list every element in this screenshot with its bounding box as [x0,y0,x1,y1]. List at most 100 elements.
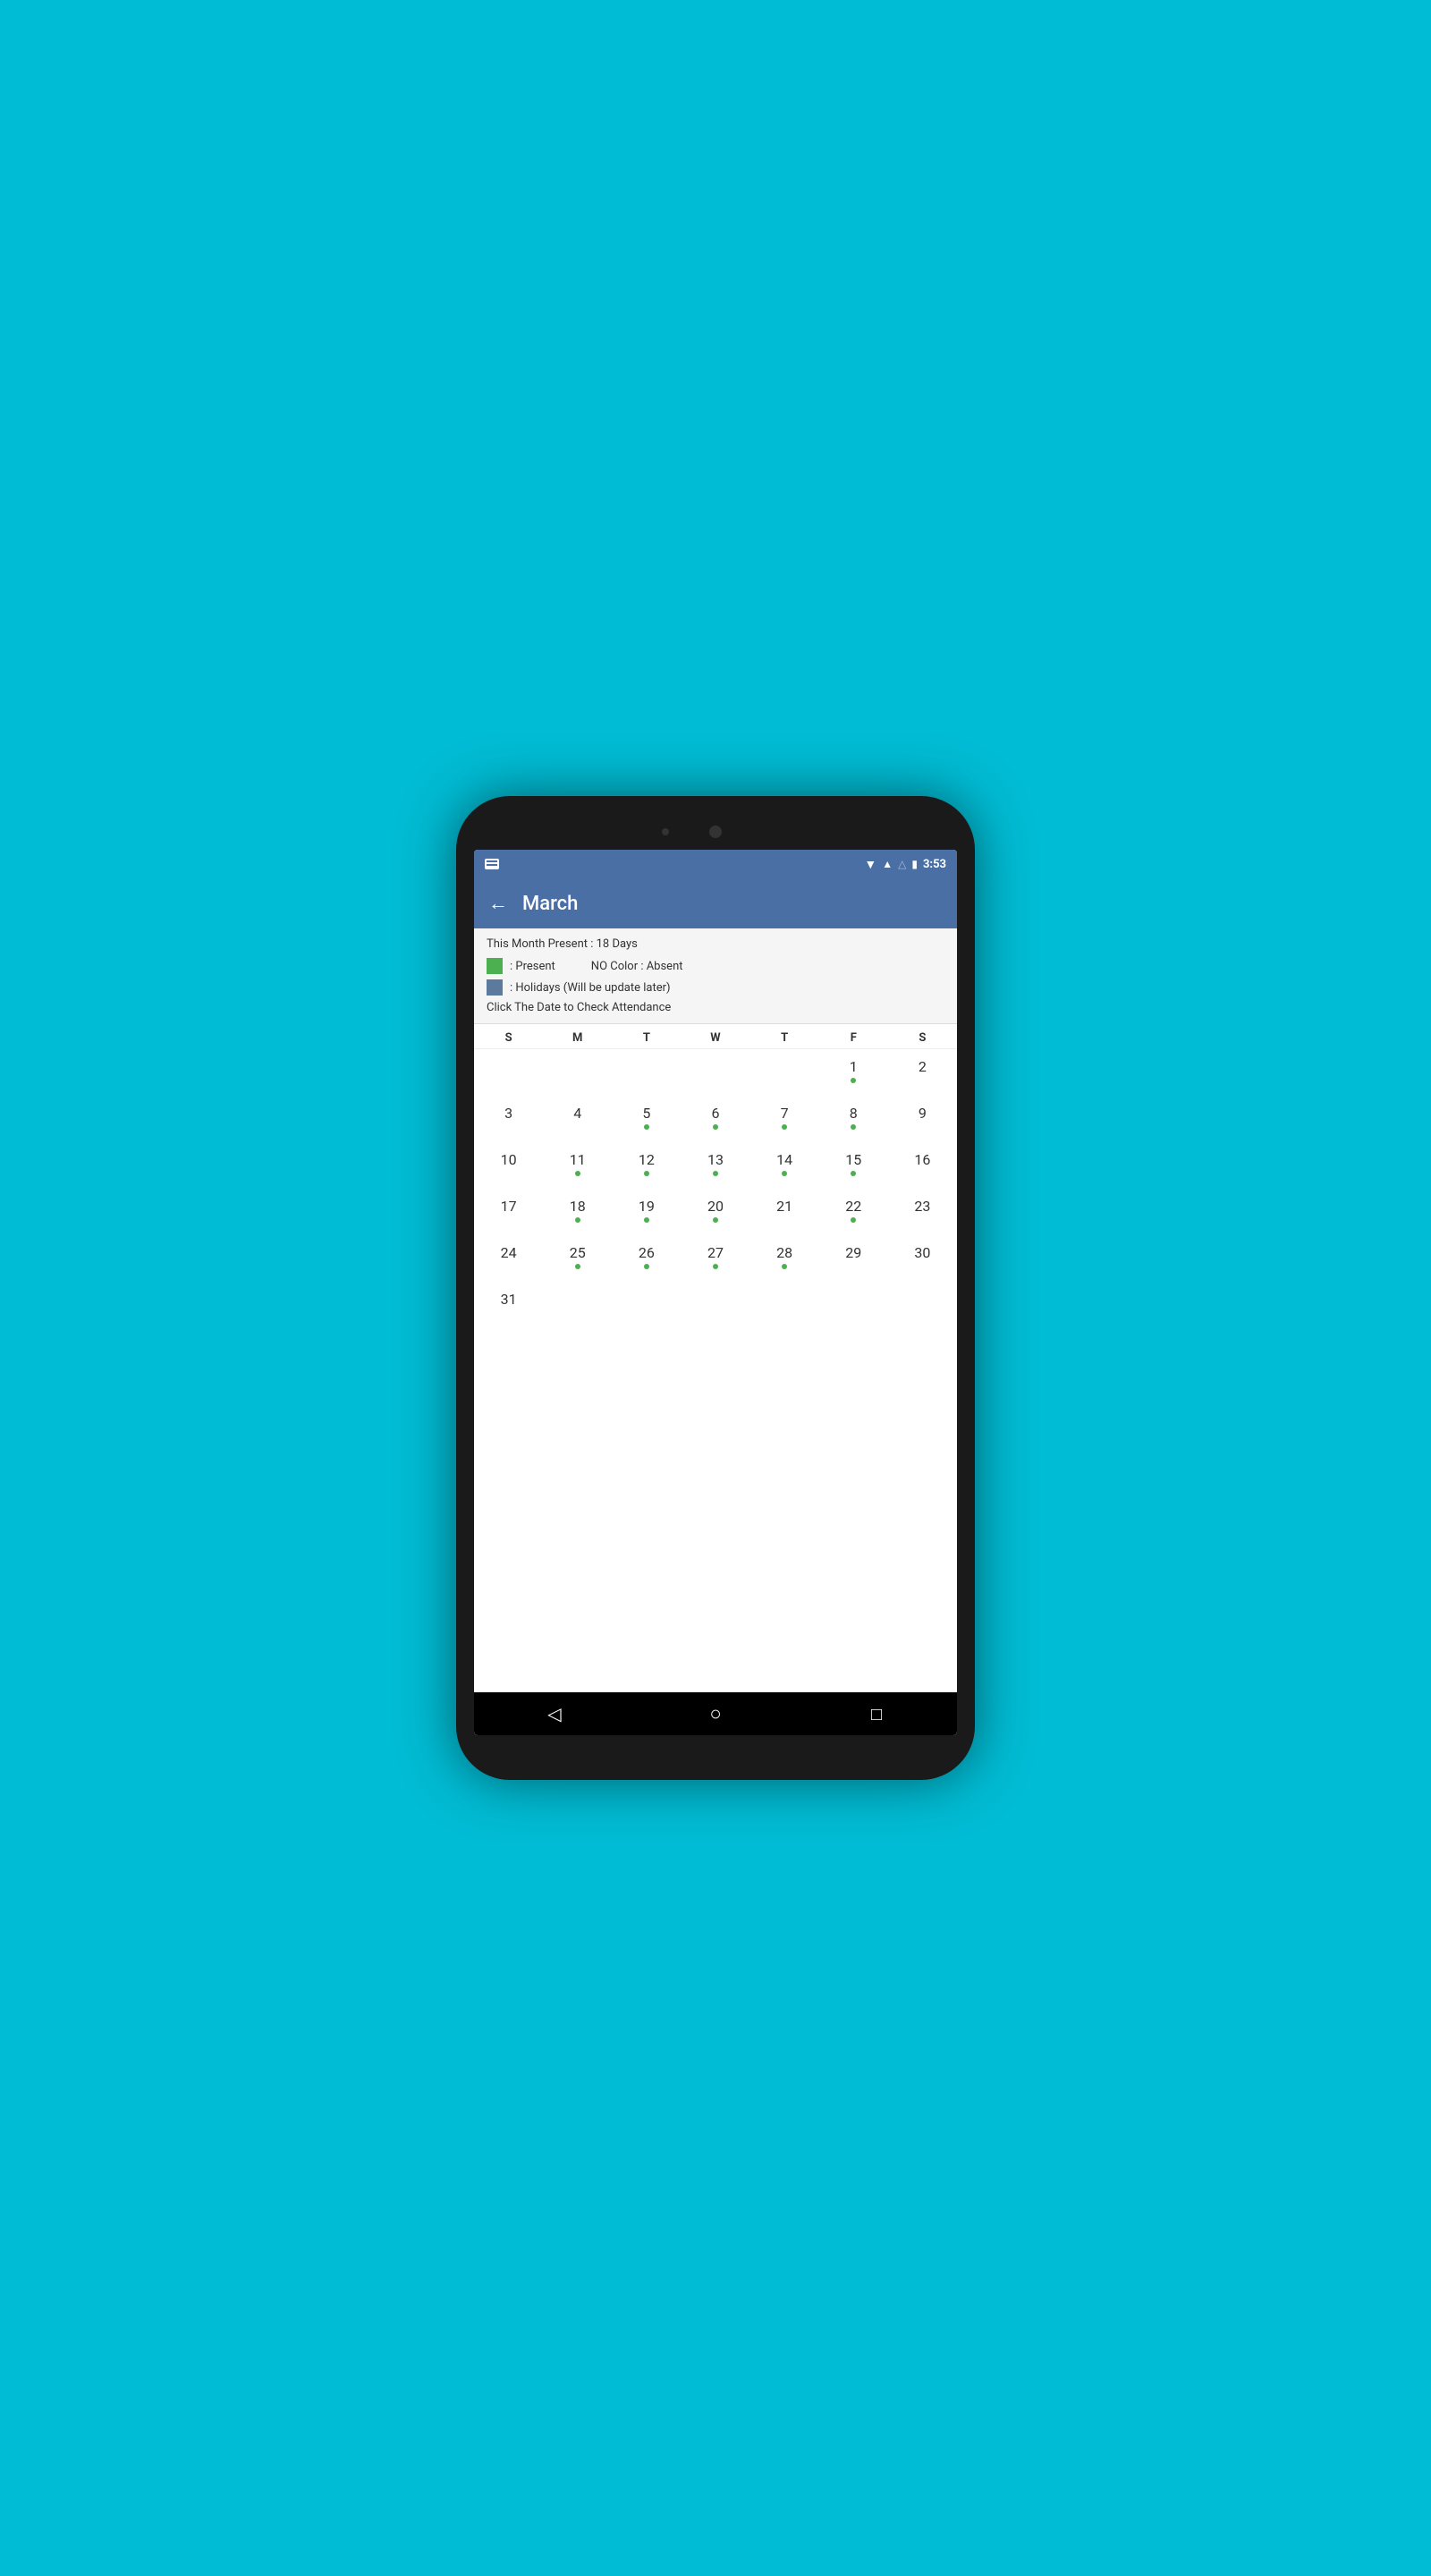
nav-home-button[interactable] [699,1698,732,1730]
date-number: 24 [501,1244,517,1261]
calendar-grid: 1234567891011121314151617181920212223242… [474,1049,957,1328]
calendar-day-header: T [750,1031,819,1045]
calendar-cell[interactable]: 28 [750,1235,819,1282]
holiday-color-swatch [487,979,503,996]
calendar-cell[interactable]: 5 [612,1096,681,1142]
calendar-cell[interactable]: 14 [750,1142,819,1189]
attendance-dot [644,1171,649,1176]
phone-speaker-dot [662,828,669,835]
calendar-cell[interactable]: 7 [750,1096,819,1142]
status-left [485,859,499,869]
nav-back-button[interactable] [538,1698,571,1730]
nav-recents-button[interactable] [860,1698,893,1730]
attendance-dot [851,1217,856,1223]
attendance-dot [575,1171,580,1176]
calendar-cell[interactable]: 15 [819,1142,888,1189]
calendar-day-header: T [612,1031,681,1045]
calendar-cell [543,1049,612,1096]
date-number: 22 [845,1198,861,1215]
notification-icon [485,859,499,869]
date-number: 18 [570,1198,586,1215]
attendance-dot [713,1124,718,1130]
back-button[interactable]: ← [488,892,508,915]
calendar-cell[interactable]: 24 [474,1235,543,1282]
calendar-cell [888,1282,957,1328]
calendar-cell[interactable]: 30 [888,1235,957,1282]
calendar-cell[interactable]: 2 [888,1049,957,1096]
calendar-cell[interactable]: 21 [750,1189,819,1235]
date-number: 2 [919,1058,927,1075]
calendar-cell [819,1282,888,1328]
wifi-icon: ▼ [864,857,876,872]
absent-label: NO Color : Absent [591,960,683,973]
calendar-cell[interactable]: 26 [612,1235,681,1282]
battery-icon: ▮ [911,858,918,870]
attendance-dot [851,1171,856,1176]
calendar-cell[interactable]: 18 [543,1189,612,1235]
present-color-swatch [487,958,503,974]
calendar-cell [750,1282,819,1328]
calendar-cell[interactable]: 4 [543,1096,612,1142]
legend-present-row: : Present NO Color : Absent [487,958,944,974]
calendar-cell[interactable]: 31 [474,1282,543,1328]
calendar-cell [681,1049,749,1096]
month-present-label: This Month Present : 18 Days [487,937,944,951]
calendar-cell[interactable]: 25 [543,1235,612,1282]
date-number: 15 [845,1151,861,1168]
date-number: 11 [570,1151,586,1168]
calendar-cell [612,1049,681,1096]
attendance-dot [713,1171,718,1176]
date-number: 7 [781,1105,789,1122]
calendar-cell[interactable]: 16 [888,1142,957,1189]
signal-icon-2: △ [898,858,906,870]
date-number: 14 [776,1151,792,1168]
date-number: 19 [639,1198,655,1215]
calendar-day-header: S [474,1031,543,1045]
date-number: 28 [776,1244,792,1261]
attendance-dot [713,1264,718,1269]
calendar-day-header: S [888,1031,957,1045]
calendar-cell[interactable]: 17 [474,1189,543,1235]
calendar-cell [681,1282,749,1328]
page-title: March [522,893,578,915]
app-header: ← March [474,878,957,928]
date-number: 20 [707,1198,724,1215]
phone-device: ▼ ▲ △ ▮ 3:53 ← March This Month Present … [456,796,975,1780]
calendar-cell[interactable]: 12 [612,1142,681,1189]
calendar-cell[interactable]: 10 [474,1142,543,1189]
calendar-cell[interactable]: 6 [681,1096,749,1142]
attendance-dot [851,1124,856,1130]
date-number: 21 [776,1198,792,1215]
date-number: 17 [501,1198,517,1215]
calendar-cell[interactable]: 1 [819,1049,888,1096]
attendance-dot [644,1124,649,1130]
calendar-cell[interactable]: 29 [819,1235,888,1282]
date-number: 16 [914,1151,930,1168]
attendance-dot [782,1171,787,1176]
calendar-cell[interactable]: 27 [681,1235,749,1282]
calendar-cell[interactable]: 11 [543,1142,612,1189]
date-number: 26 [639,1244,655,1261]
signal-icon: ▲ [882,858,893,870]
calendar-cell[interactable]: 19 [612,1189,681,1235]
date-number: 8 [850,1105,858,1122]
legend-holiday-row: : Holidays (Will be update later) [487,979,944,996]
nav-bar [474,1692,957,1735]
date-number: 29 [845,1244,861,1261]
holiday-label: : Holidays (Will be update later) [510,981,671,995]
calendar-day-header: F [819,1031,888,1045]
date-number: 9 [919,1105,927,1122]
calendar-cell[interactable]: 22 [819,1189,888,1235]
calendar-cell[interactable]: 3 [474,1096,543,1142]
calendar-section: SMTWTFS 12345678910111213141516171819202… [474,1024,957,1692]
attendance-dot [713,1217,718,1223]
present-label: : Present [510,960,555,973]
calendar-cell[interactable]: 23 [888,1189,957,1235]
calendar-cell[interactable]: 13 [681,1142,749,1189]
date-number: 27 [707,1244,724,1261]
info-section: This Month Present : 18 Days : Present N… [474,928,957,1024]
attendance-dot [851,1078,856,1083]
calendar-cell[interactable]: 20 [681,1189,749,1235]
calendar-cell[interactable]: 9 [888,1096,957,1142]
calendar-cell[interactable]: 8 [819,1096,888,1142]
